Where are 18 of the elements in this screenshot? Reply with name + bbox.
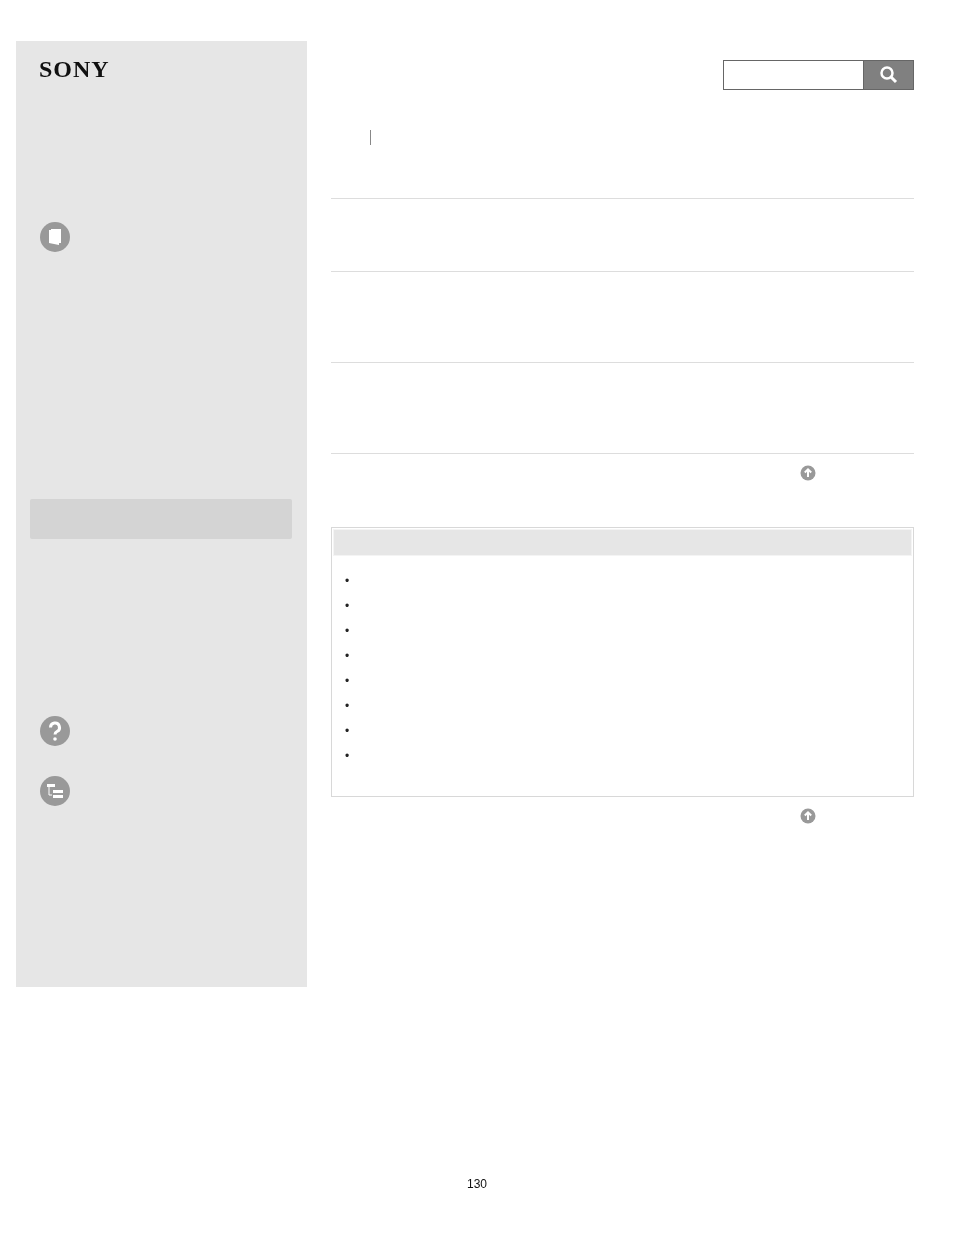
bullet: • bbox=[345, 623, 351, 640]
help-icon[interactable] bbox=[39, 715, 71, 747]
bullet: • bbox=[345, 723, 351, 740]
bullet: • bbox=[345, 698, 351, 715]
bullet: • bbox=[345, 573, 351, 590]
tree-icon[interactable] bbox=[39, 775, 71, 807]
search-icon bbox=[878, 65, 899, 85]
sony-logo[interactable]: SONY bbox=[39, 57, 110, 81]
arrow-up-icon[interactable] bbox=[800, 808, 816, 824]
book-icon[interactable] bbox=[39, 221, 71, 253]
page-number: 130 bbox=[467, 1177, 487, 1191]
arrow-up-icon[interactable] bbox=[800, 465, 816, 481]
bullet: • bbox=[345, 648, 351, 665]
search-button[interactable] bbox=[863, 60, 914, 90]
search-field[interactable] bbox=[723, 60, 863, 90]
bullet: • bbox=[345, 673, 351, 690]
bullet: • bbox=[345, 748, 351, 765]
bullet: • bbox=[345, 598, 351, 615]
